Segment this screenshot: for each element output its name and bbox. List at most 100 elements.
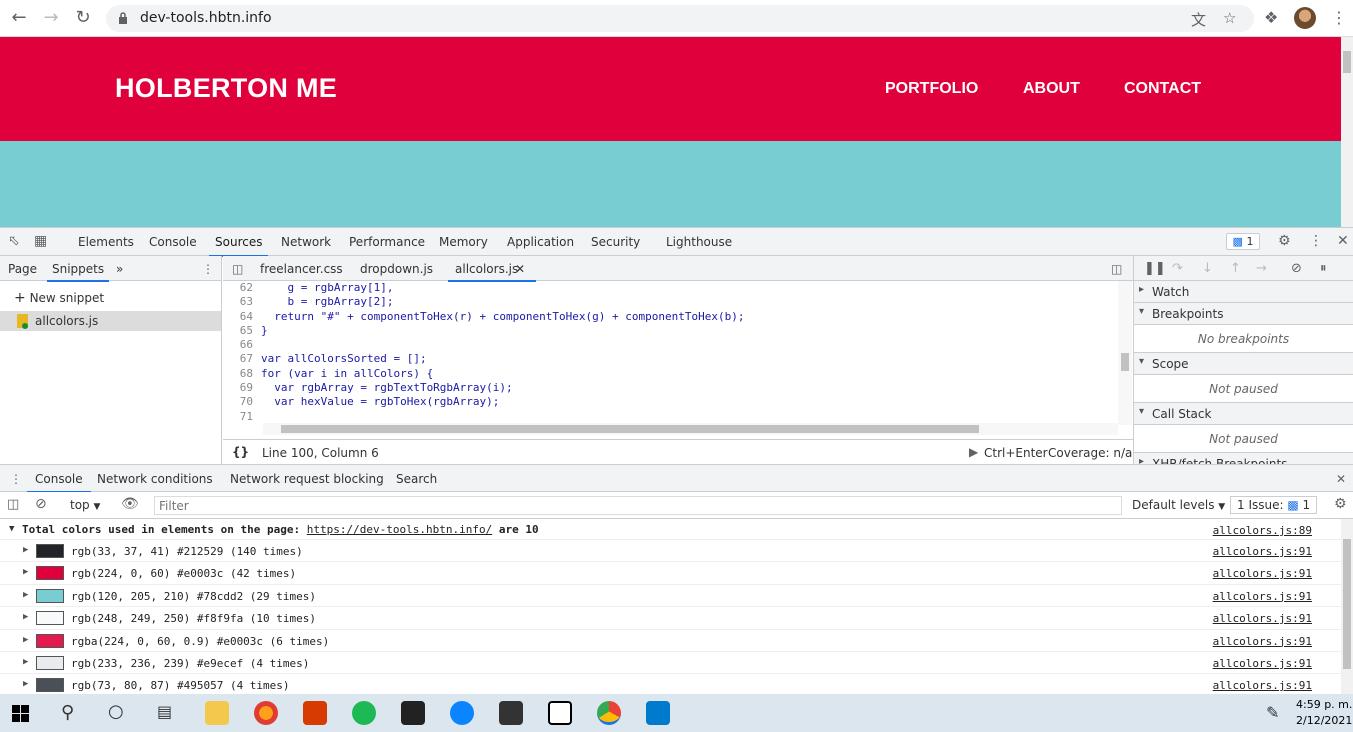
url-text[interactable]: dev-tools.hbtn.info — [140, 10, 272, 26]
console-source-link[interactable]: allcolors.js:91 — [1213, 679, 1312, 692]
nav-portfolio[interactable]: PORTFOLIO — [885, 80, 978, 98]
code-line[interactable]: 67 var allColorsSorted = []; — [223, 352, 1118, 366]
code-line[interactable]: 69 var rgbArray = rgbTextToRgbArray(i); — [223, 381, 1118, 395]
expand-arrow-icon[interactable]: ▶ — [23, 590, 28, 600]
editor-tab-freelancer[interactable]: freelancer.css — [260, 262, 343, 276]
clock-date[interactable]: 2/12/2021 — [1296, 714, 1352, 727]
cortana-icon[interactable]: ○ — [108, 701, 124, 722]
console-log-row[interactable]: ▶ rgb(33, 37, 41) #212529 (140 times) allc… — [0, 540, 1341, 563]
console-sidebar-icon[interactable]: ◫ — [7, 497, 19, 512]
drawer-menu-icon[interactable]: ⋮ — [10, 472, 22, 486]
windows-start-icon[interactable] — [12, 705, 29, 722]
drawer-tab-network-conditions[interactable]: Network conditions — [97, 472, 213, 486]
context-selector[interactable]: top ▼ — [70, 498, 100, 512]
task-view-icon[interactable]: ▤ — [157, 702, 172, 721]
close-devtools-icon[interactable]: ✕ — [1337, 233, 1349, 249]
tab-network[interactable]: Network — [281, 235, 331, 249]
watch-pane[interactable]: Watch — [1134, 281, 1353, 303]
step-icon[interactable]: → — [1256, 261, 1267, 276]
scope-pane[interactable]: Scope — [1134, 353, 1353, 375]
line-number[interactable]: 70 — [223, 395, 261, 409]
step-out-icon[interactable]: ↑ — [1230, 261, 1241, 276]
pause-on-exceptions-icon[interactable]: ⏸ — [1320, 261, 1327, 276]
profile-avatar[interactable] — [1294, 7, 1316, 29]
clear-console-icon[interactable]: ⊘ — [35, 496, 47, 512]
xhr-breakpoints-pane[interactable]: XHR/fetch Breakpoints — [1134, 453, 1353, 464]
line-number[interactable]: 63 — [223, 295, 261, 309]
drawer-tab-console[interactable]: Console — [27, 472, 91, 493]
extensions-puzzle-icon[interactable]: ❖ — [1264, 8, 1278, 27]
reload-icon[interactable]: ↻ — [72, 8, 94, 28]
expand-arrow-icon[interactable]: ▶ — [23, 635, 28, 645]
line-number[interactable]: 68 — [223, 367, 261, 381]
code-text[interactable]: b = rgbArray[2]; — [261, 295, 393, 308]
group-link[interactable]: https://dev-tools.hbtn.info/ — [307, 523, 492, 536]
console-source-link[interactable]: allcolors.js:91 — [1213, 590, 1312, 603]
search-icon[interactable]: ⚲ — [61, 702, 74, 723]
console-source-link[interactable]: allcolors.js:89 — [1213, 524, 1312, 537]
code-area[interactable]: 62 g = rgbArray[1], 63 b = rgbArray[2]; 64… — [223, 281, 1118, 425]
terminal-icon[interactable] — [499, 701, 523, 725]
vscode-icon[interactable] — [646, 701, 670, 725]
line-number[interactable]: 72 — [223, 424, 261, 425]
more-tabs-icon[interactable]: » — [116, 262, 123, 276]
sticky-notes-icon[interactable] — [401, 701, 425, 725]
line-number[interactable]: 64 — [223, 310, 261, 324]
code-line[interactable]: 64 return "#" + componentToHex(r) + comp… — [223, 310, 1118, 324]
live-expression-eye-icon[interactable]: 👁 — [121, 496, 139, 512]
code-line[interactable]: 63 b = rgbArray[2]; — [223, 295, 1118, 309]
firefox-dev-icon[interactable] — [450, 701, 474, 725]
notion-icon[interactable] — [548, 701, 572, 725]
drawer-tab-search[interactable]: Search — [396, 472, 437, 486]
editor-tab-allcolors[interactable]: allcolors.js — [447, 262, 537, 282]
toggle-navigator-icon[interactable]: ◫ — [232, 262, 243, 276]
close-drawer-icon[interactable]: ✕ — [1336, 472, 1346, 486]
code-text[interactable]: var hexValue = rgbToHex(rgbArray); — [261, 395, 499, 408]
tab-security[interactable]: Security — [591, 235, 640, 249]
console-settings-gear-icon[interactable]: ⚙ — [1334, 496, 1347, 512]
code-line[interactable]: 65} — [223, 324, 1118, 338]
expand-arrow-icon[interactable]: ▶ — [23, 679, 28, 689]
console-filter-input[interactable] — [154, 496, 1122, 515]
pretty-print-icon[interactable]: {} — [232, 445, 249, 459]
line-number[interactable]: 65 — [223, 324, 261, 338]
new-snippet-button[interactable]: + New snippet — [14, 290, 104, 306]
issues-button[interactable]: 1 Issue: ▩ 1 — [1230, 496, 1318, 514]
device-toolbar-icon[interactable]: ▦ — [34, 233, 47, 249]
line-number[interactable]: 67 — [223, 352, 261, 366]
tab-memory[interactable]: Memory — [439, 235, 488, 249]
file-explorer-icon[interactable] — [205, 701, 229, 725]
code-text[interactable]: } — [261, 324, 268, 337]
console-source-link[interactable]: allcolors.js:91 — [1213, 612, 1312, 625]
code-text[interactable]: var rgbArray = rgbTextToRgbArray(i); — [261, 381, 512, 394]
back-arrow-icon[interactable]: ← — [8, 8, 30, 28]
breakpoints-pane[interactable]: Breakpoints — [1134, 303, 1353, 325]
code-text[interactable]: for (var i in allColors) { — [261, 367, 433, 380]
console-source-link[interactable]: allcolors.js:91 — [1213, 545, 1312, 558]
console-scrollbar[interactable] — [1341, 519, 1353, 696]
translate-icon[interactable]: 文 — [1191, 9, 1206, 30]
code-line[interactable]: 68 for (var i in allColors) { — [223, 367, 1118, 381]
tab-lighthouse[interactable]: Lighthouse — [666, 235, 732, 249]
page-scrollbar[interactable] — [1341, 37, 1353, 227]
forward-arrow-icon[interactable]: → — [40, 8, 62, 28]
console-group-row[interactable]: ▼ Total colors used in elements on the p… — [0, 519, 1341, 540]
console-log-row[interactable]: ▶ rgb(73, 80, 87) #495057 (4 times) allcol… — [0, 674, 1341, 696]
expand-arrow-icon[interactable]: ▶ — [23, 657, 28, 667]
tab-sources[interactable]: Sources — [208, 235, 270, 257]
line-number[interactable]: 69 — [223, 381, 261, 395]
tab-elements[interactable]: Elements — [78, 235, 134, 249]
code-line[interactable]: 70 var hexValue = rgbToHex(rgbArray); — [223, 395, 1118, 409]
line-number[interactable]: 66 — [223, 338, 261, 352]
step-into-icon[interactable]: ↓ — [1202, 261, 1213, 276]
expand-arrow-icon[interactable]: ▼ — [9, 524, 14, 534]
console-source-link[interactable]: allcolors.js:91 — [1213, 635, 1312, 648]
close-tab-icon[interactable]: ✕ — [515, 262, 525, 276]
spotify-icon[interactable] — [352, 701, 376, 725]
office-icon[interactable] — [303, 701, 327, 725]
tab-performance[interactable]: Performance — [349, 235, 425, 249]
tab-page[interactable]: Page — [8, 262, 37, 276]
inspect-element-icon[interactable]: ⬁ — [8, 233, 20, 249]
code-text[interactable]: return "#" + componentToHex(r) + compone… — [261, 310, 744, 323]
step-over-icon[interactable]: ↷ — [1172, 261, 1183, 276]
